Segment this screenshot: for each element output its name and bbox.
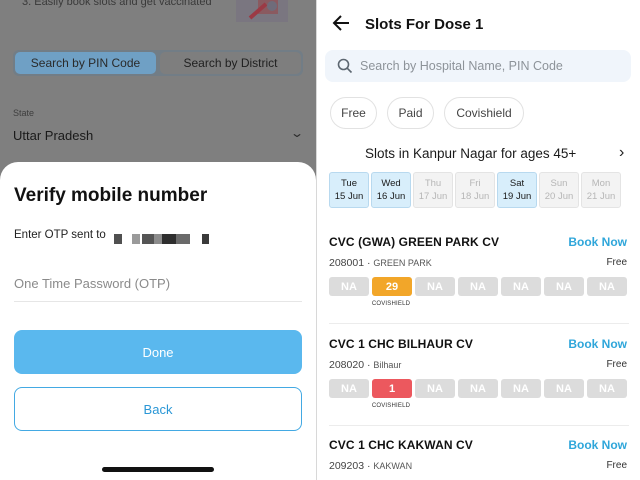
center-area: KAKWAN [373, 461, 413, 471]
banner-step-text: 3. Easily book slots and get vaccinated [22, 0, 212, 8]
day-of-week: Thu [424, 178, 442, 189]
right-screen: Slots For Dose 1 Search by Hospital Name… [317, 0, 640, 480]
date-cell[interactable]: Sat 19 Jun [497, 172, 537, 208]
mask-block [142, 234, 154, 244]
day-of-week: Fri [469, 178, 481, 189]
slot-row: NA 29 NA NA NA NA NA [329, 277, 627, 296]
center-pin: 208020 [329, 359, 365, 371]
slot-cell: NA [587, 379, 627, 398]
day-date: 20 Jun [544, 191, 574, 202]
fee-label: Free [606, 257, 627, 268]
center-name: CVC 1 CHC KAKWAN CV [329, 438, 473, 452]
search-input[interactable]: Search by Hospital Name, PIN Code [325, 50, 631, 82]
mask-block [114, 234, 122, 244]
done-button[interactable]: Done [14, 330, 302, 374]
slot-cell-available[interactable]: 29 [372, 277, 412, 296]
search-icon [337, 58, 353, 74]
filter-chip-covishield[interactable]: Covishield [444, 97, 524, 129]
day-date: 18 Jun [460, 191, 490, 202]
fee-label: Free [606, 359, 627, 370]
slot-cell: NA [501, 379, 541, 398]
date-cell[interactable]: Wed 16 Jun [371, 172, 411, 208]
center-pin: 208001 [329, 257, 365, 269]
mask-block [162, 234, 176, 244]
chevron-down-icon[interactable]: ⌄ [290, 126, 304, 140]
slot-cell: NA [329, 277, 369, 296]
banner-illustration [236, 0, 288, 22]
slot-row: NA 1 NA NA NA NA NA [329, 379, 627, 398]
page-title: Slots For Dose 1 [365, 16, 484, 33]
slot-cell: NA [458, 379, 498, 398]
arrow-left-icon[interactable] [331, 12, 351, 34]
day-of-week: Tue [340, 178, 358, 189]
divider [329, 323, 629, 324]
date-cell[interactable]: Mon 21 Jun [581, 172, 621, 208]
state-label: State [13, 108, 35, 118]
chevron-right-icon[interactable]: › [619, 144, 624, 162]
date-cell[interactable]: Thu 17 Jun [413, 172, 453, 208]
center-area: GREEN PARK [373, 258, 432, 268]
slot-cell: NA [544, 277, 584, 296]
slot-cell: NA [415, 277, 455, 296]
slot-cell-available[interactable]: 1 [372, 379, 412, 398]
otp-input[interactable]: One Time Password (OTP) [14, 270, 302, 302]
sheet-title: Verify mobile number [14, 185, 208, 206]
age-group-title: Slots in Kanpur Nagar for ages 45+ [365, 146, 577, 161]
dimmed-background: 3. Easily book slots and get vaccinated … [0, 0, 316, 170]
center-address: 208020 · Bilhaur [329, 359, 402, 371]
center-area: Bilhaur [373, 360, 402, 370]
date-cell[interactable]: Fri 18 Jun [455, 172, 495, 208]
slot-cell: NA [415, 379, 455, 398]
day-date: 15 Jun [334, 191, 364, 202]
home-indicator [102, 467, 214, 472]
date-cell[interactable]: Sun 20 Jun [539, 172, 579, 208]
date-strip: Tue 15 Jun Wed 16 Jun Thu 17 Jun Fri 18 Jun … [329, 172, 621, 208]
day-date: 21 Jun [586, 191, 616, 202]
mask-block [176, 234, 190, 244]
day-of-week: Wed [381, 178, 401, 189]
vaccine-label: COVISHIELD [371, 301, 411, 307]
day-date: 19 Jun [502, 191, 532, 202]
search-placeholder: Search by Hospital Name, PIN Code [360, 59, 563, 73]
center-card: CVC 1 CHC BILHAUR CV Book Now 208020 · B… [329, 337, 629, 417]
filter-chip-paid[interactable]: Paid [387, 97, 434, 129]
slot-cell: NA [458, 277, 498, 296]
slot-cell: NA [587, 277, 627, 296]
day-of-week: Sat [509, 178, 525, 189]
search-mode-segmented-control: Search by PIN Code Search by District [13, 50, 303, 76]
tab-search-by-pin[interactable]: Search by PIN Code [15, 52, 156, 74]
verify-mobile-sheet: Verify mobile number Enter OTP sent to O… [0, 162, 316, 480]
center-address: 209203 · KAKWAN [329, 460, 413, 472]
day-date: 16 Jun [376, 191, 406, 202]
back-button[interactable]: Back [14, 387, 302, 431]
book-now-button[interactable]: Book Now [568, 235, 627, 249]
book-now-button[interactable]: Book Now [568, 438, 627, 452]
center-address: 208001 · GREEN PARK [329, 257, 432, 269]
state-select[interactable]: Uttar Pradesh [13, 128, 93, 143]
mask-block [202, 234, 209, 244]
center-card: CVC (GWA) GREEN PARK CV Book Now 208001 … [329, 235, 629, 315]
mask-block [132, 234, 140, 244]
filter-chip-free[interactable]: Free [330, 97, 377, 129]
mask-block [154, 234, 162, 244]
tab-search-by-district[interactable]: Search by District [160, 52, 301, 74]
center-pin: 209203 [329, 460, 365, 472]
slot-cell: NA [501, 277, 541, 296]
divider [329, 425, 629, 426]
vaccine-label: COVISHIELD [371, 403, 411, 409]
day-of-week: Mon [591, 178, 611, 189]
center-name: CVC (GWA) GREEN PARK CV [329, 235, 500, 249]
day-of-week: Sun [550, 178, 568, 189]
day-date: 17 Jun [418, 191, 448, 202]
center-card: CVC 1 CHC KAKWAN CV Book Now 209203 · KA… [329, 438, 629, 480]
slot-cell: NA [329, 379, 369, 398]
date-cell[interactable]: Tue 15 Jun [329, 172, 369, 208]
slot-cell: NA [544, 379, 584, 398]
otp-sent-label: Enter OTP sent to [14, 229, 106, 241]
book-now-button[interactable]: Book Now [568, 337, 627, 351]
center-name: CVC 1 CHC BILHAUR CV [329, 337, 474, 351]
left-screen: 3. Easily book slots and get vaccinated … [0, 0, 316, 480]
fee-label: Free [606, 460, 627, 471]
